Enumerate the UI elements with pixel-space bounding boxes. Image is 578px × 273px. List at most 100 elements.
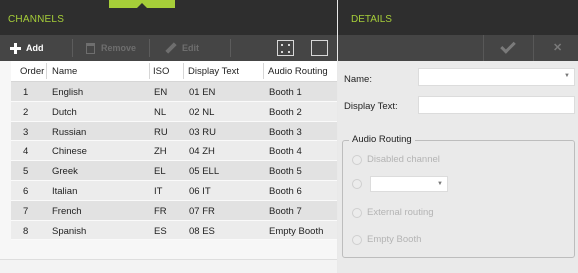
table-row[interactable]: 8 Spanish ES 08 ES Empty Booth [11, 220, 337, 241]
table-row[interactable]: 3 Russian RU 03 RU Booth 3 [11, 121, 337, 142]
remove-label: Remove [101, 43, 137, 53]
option-label: Disabled channel [367, 154, 440, 165]
column-header-order[interactable]: Order [20, 66, 44, 77]
booth-option[interactable] [352, 179, 367, 189]
cell-name: Dutch [52, 106, 77, 118]
add-button[interactable]: Add [10, 35, 44, 61]
table-row[interactable]: 1 English EN 01 EN Booth 1 [11, 82, 337, 102]
toolbar-divider [483, 35, 484, 61]
cell-order: 8 [23, 225, 29, 237]
cell-audio-routing: Booth 1 [269, 87, 302, 98]
column-header-iso[interactable]: ISO [153, 66, 169, 77]
table-header: Order Name ISO Display Text Audio Routin… [11, 61, 337, 82]
table-row[interactable]: 7 French FR 07 FR Booth 7 [11, 200, 337, 221]
details-header: DETAILS [338, 0, 578, 35]
cell-display-text: 08 ES [189, 225, 215, 237]
external-routing-option[interactable]: External routing [352, 207, 434, 218]
pencil-icon [165, 42, 177, 54]
details-title: DETAILS [351, 14, 392, 25]
disabled-channel-option[interactable]: Disabled channel [352, 154, 440, 165]
chevron-down-icon: ▼ [437, 181, 443, 187]
cell-order: 2 [23, 106, 29, 118]
cell-audio-routing: Empty Booth [269, 225, 324, 237]
chevron-down-icon: ▼ [564, 73, 570, 79]
cell-audio-routing: Booth 2 [269, 106, 302, 118]
toolbar-divider [72, 39, 73, 57]
cell-name: Spanish [52, 225, 87, 237]
column-header-name[interactable]: Name [52, 66, 77, 77]
channels-header: CHANNELS [0, 0, 337, 35]
table-row[interactable]: 6 Italian IT 06 IT Booth 6 [11, 180, 337, 201]
table-row[interactable]: 4 Chinese ZH 04 ZH Booth 4 [11, 141, 337, 162]
cell-display-text: 04 ZH [189, 146, 215, 158]
empty-booth-option[interactable]: Empty Booth [352, 234, 421, 245]
name-label: Name: [344, 74, 372, 85]
cell-iso: ES [154, 225, 167, 237]
cell-iso: RU [154, 126, 168, 138]
cell-order: 7 [23, 205, 29, 217]
close-icon[interactable]: ✕ [553, 41, 562, 54]
cell-name: Chinese [52, 146, 87, 158]
cell-display-text: 03 RU [189, 126, 216, 138]
edit-label: Edit [182, 43, 199, 53]
remove-button[interactable]: Remove [86, 35, 136, 61]
radio-button[interactable] [352, 234, 362, 245]
cell-display-text: 02 NL [189, 106, 215, 118]
toolbar-divider [149, 39, 150, 57]
column-divider [263, 63, 264, 79]
table-row[interactable]: 5 Greek EL 05 ELL Booth 5 [11, 161, 337, 181]
option-label: Empty Booth [367, 234, 422, 245]
edit-button[interactable]: Edit [165, 35, 199, 61]
display-text-label: Display Text: [344, 101, 398, 112]
cell-order: 5 [23, 166, 29, 178]
cell-order: 3 [23, 126, 29, 138]
cell-display-text: 01 EN [189, 87, 216, 98]
details-toolbar: ✕ [338, 35, 578, 61]
cell-audio-routing: Booth 4 [269, 146, 302, 158]
column-divider [46, 63, 47, 79]
active-tab-indicator [109, 0, 175, 8]
select-none-icon[interactable] [311, 40, 328, 56]
option-label: External routing [367, 207, 434, 218]
cell-name: Italian [52, 185, 78, 197]
radio-button[interactable] [352, 179, 362, 189]
cell-display-text: 06 IT [189, 185, 211, 197]
add-label: Add [26, 43, 44, 53]
channels-toolbar: Add Remove Edit [0, 35, 337, 61]
cell-name: French [52, 205, 82, 217]
cell-display-text: 05 ELL [189, 166, 220, 178]
cell-iso: NL [154, 106, 167, 118]
toolbar-divider [533, 35, 534, 61]
cell-audio-routing: Booth 6 [269, 185, 302, 197]
table-footer [0, 259, 337, 273]
cell-iso: IT [154, 185, 163, 197]
name-dropdown[interactable]: ▼ [418, 68, 575, 86]
toolbar-divider [230, 39, 231, 57]
table-row[interactable]: 2 Dutch NL 02 NL Booth 2 [11, 101, 337, 122]
select-all-icon[interactable] [277, 40, 294, 56]
plus-icon [10, 42, 21, 54]
column-header-audio-routing[interactable]: Audio Routing [268, 66, 328, 77]
column-divider [149, 63, 150, 79]
cell-audio-routing: Booth 7 [269, 205, 302, 217]
cell-order: 6 [23, 185, 29, 197]
display-text-input[interactable] [418, 96, 575, 114]
cell-iso: ZH [154, 146, 167, 158]
channels-table-body: 1 English EN 01 EN Booth 1 2 Dutch NL 02… [11, 82, 337, 241]
channels-title: CHANNELS [8, 14, 65, 25]
cell-iso: FR [154, 205, 167, 217]
cell-audio-routing: Booth 5 [269, 166, 302, 178]
radio-button[interactable] [352, 154, 362, 165]
cell-order: 4 [23, 146, 29, 158]
checkmark-icon[interactable] [500, 38, 516, 54]
cell-display-text: 07 FR [189, 205, 215, 217]
audio-routing-legend: Audio Routing [349, 134, 415, 145]
booth-dropdown[interactable]: ▼ [370, 176, 448, 192]
cell-name: English [52, 87, 84, 98]
details-panel: DETAILS ✕ Name: ▼ Display Text: Audio Ro… [338, 0, 578, 273]
trash-icon [86, 42, 95, 54]
cell-order: 1 [23, 87, 29, 98]
cell-iso: EN [154, 87, 168, 98]
radio-button[interactable] [352, 207, 362, 218]
column-header-display-text[interactable]: Display Text [188, 66, 239, 77]
